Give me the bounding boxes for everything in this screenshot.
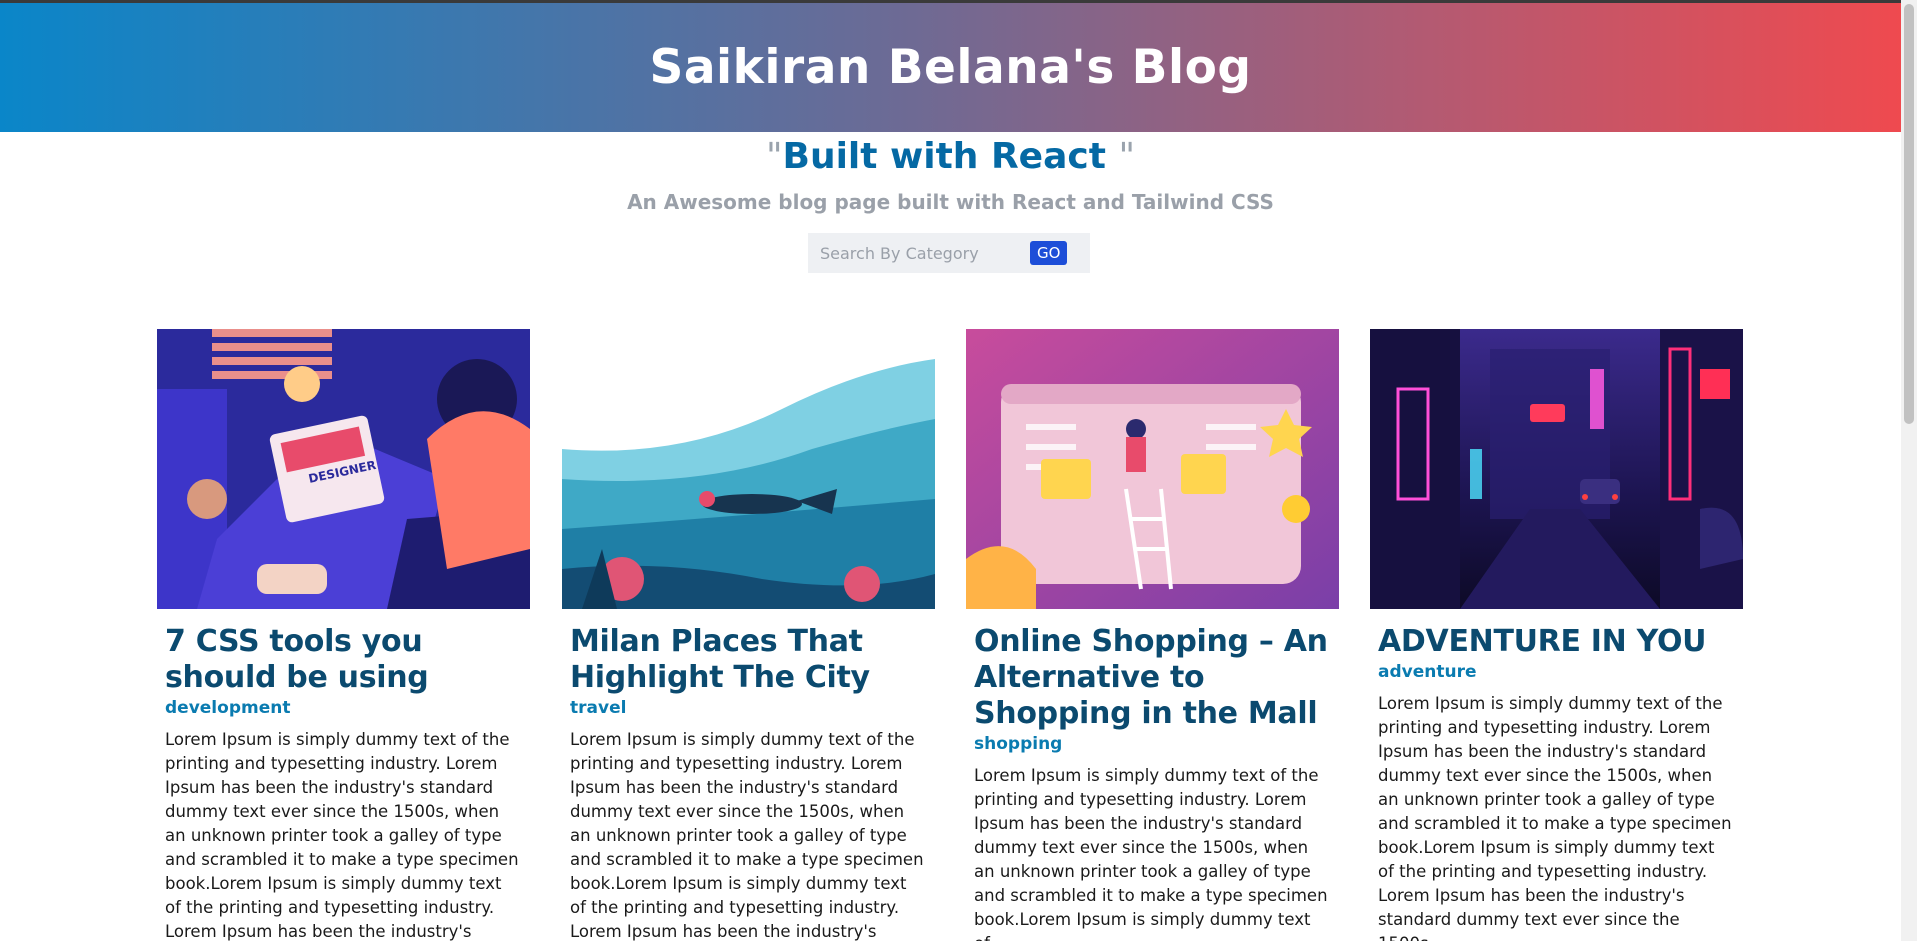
post-title[interactable]: 7 CSS tools you should be using	[165, 624, 522, 696]
tagline-open-quote: "	[765, 136, 783, 177]
post-excerpt: Lorem Ipsum is simply dummy text of the …	[165, 730, 519, 941]
tagline: "Built with React "	[0, 136, 1901, 177]
post-category[interactable]: development	[165, 698, 522, 718]
post-excerpt: Lorem Ipsum is simply dummy text of the …	[974, 766, 1328, 941]
post-card[interactable]: Milan Places That Highlight The City tra…	[562, 329, 935, 941]
posts-grid: DESIGNER 7 CSS tools you should be using…	[157, 329, 1743, 941]
post-image-designer-illustration: DESIGNER	[157, 329, 530, 609]
post-image-shopping-illustration	[966, 329, 1339, 609]
post-excerpt: Lorem Ipsum is simply dummy text of the …	[1378, 694, 1732, 941]
post-image-diver-illustration	[562, 329, 935, 609]
post-card[interactable]: Online Shopping – An Alternative to Shop…	[966, 329, 1339, 941]
post-category[interactable]: travel	[570, 698, 927, 718]
subtitle: An Awesome blog page built with React an…	[627, 190, 1274, 214]
post-title[interactable]: Milan Places That Highlight The City	[570, 624, 927, 696]
tagline-close-quote: "	[1118, 136, 1136, 177]
blog-title: Saikiran Belana's Blog	[649, 40, 1252, 95]
page-scrollbar[interactable]	[1901, 0, 1917, 941]
tagline-text: Built with React	[782, 136, 1119, 177]
post-title[interactable]: Online Shopping – An Alternative to Shop…	[974, 624, 1331, 732]
post-title[interactable]: ADVENTURE IN YOU	[1378, 624, 1735, 660]
search-input[interactable]	[808, 233, 1028, 273]
post-card[interactable]: ADVENTURE IN YOU adventure Lorem Ipsum i…	[1370, 329, 1743, 941]
post-excerpt: Lorem Ipsum is simply dummy text of the …	[570, 730, 924, 941]
post-image-neon-city-photo	[1370, 329, 1743, 609]
post-card[interactable]: DESIGNER 7 CSS tools you should be using…	[157, 329, 530, 941]
post-category[interactable]: shopping	[974, 734, 1331, 754]
scrollbar-thumb[interactable]	[1904, 4, 1914, 424]
category-search: GO	[808, 233, 1090, 273]
go-button[interactable]: GO	[1030, 241, 1068, 265]
blog-header: Saikiran Belana's Blog	[0, 3, 1901, 132]
post-category[interactable]: adventure	[1378, 662, 1735, 682]
